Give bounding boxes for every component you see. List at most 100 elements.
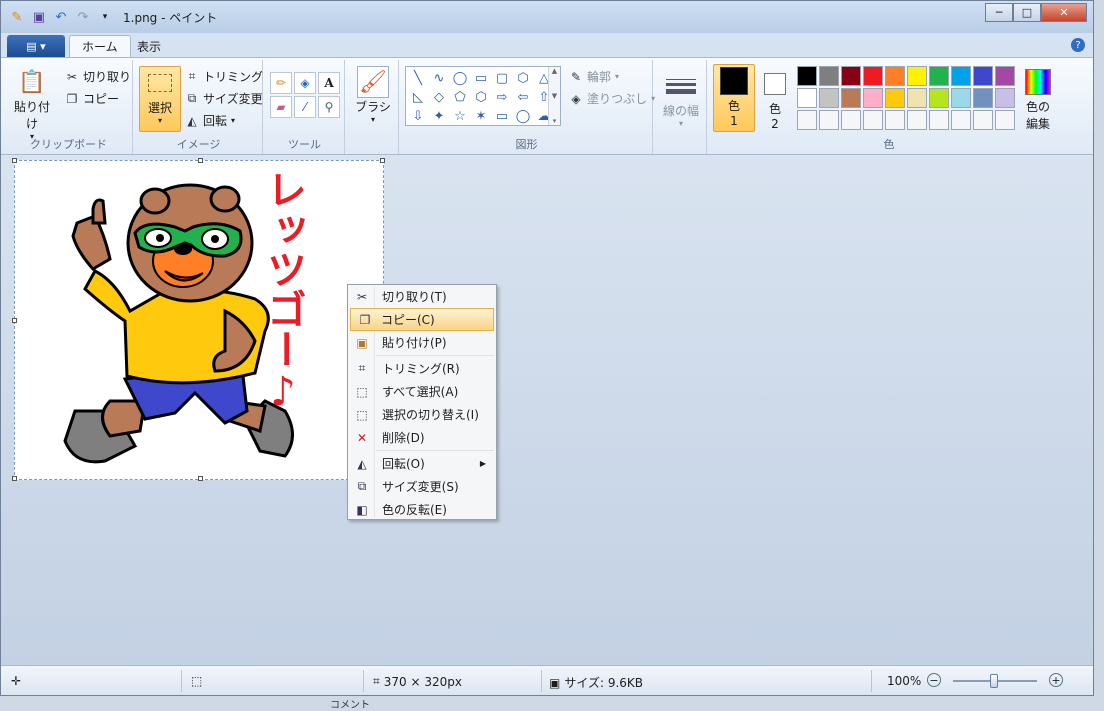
- close-button[interactable]: ✕: [1041, 3, 1087, 22]
- menu-item-rotate[interactable]: ◭ 回転(O) ▶: [348, 452, 496, 475]
- save-icon[interactable]: ▣: [31, 9, 47, 25]
- rotate-button[interactable]: ◭ 回転 ▾: [185, 112, 235, 129]
- color-swatch[interactable]: [973, 66, 993, 86]
- picker-icon[interactable]: ⁄: [294, 96, 316, 118]
- redo-icon[interactable]: ↷: [75, 9, 91, 25]
- shape-icon[interactable]: ⬡: [513, 69, 533, 87]
- fill-icon[interactable]: ◈: [294, 72, 316, 94]
- maximize-button[interactable]: □: [1013, 3, 1041, 22]
- color-swatch[interactable]: [841, 66, 861, 86]
- fill-shape-button[interactable]: ◈ 塗りつぶし ▾: [569, 90, 655, 107]
- color-swatch[interactable]: [907, 110, 927, 130]
- color-swatch[interactable]: [797, 66, 817, 86]
- color-swatch[interactable]: [929, 110, 949, 130]
- shape-icon[interactable]: ▭: [492, 107, 512, 125]
- resize-handle[interactable]: [12, 158, 17, 163]
- color-swatch[interactable]: [797, 88, 817, 108]
- color-swatch[interactable]: [995, 110, 1015, 130]
- shape-icon[interactable]: ⬡: [471, 88, 491, 106]
- menu-item-invert-selection[interactable]: ⬚ 選択の切り替え(I): [348, 403, 496, 426]
- resize-button[interactable]: ⧉ サイズ変更: [185, 90, 263, 107]
- shape-icon[interactable]: ✶: [471, 107, 491, 125]
- select-button[interactable]: 選択 ▾: [139, 66, 181, 132]
- menu-item-invert-color[interactable]: ◧ 色の反転(E): [348, 498, 496, 521]
- shape-icon[interactable]: ▭: [471, 69, 491, 87]
- shape-icon[interactable]: ◺: [408, 88, 428, 106]
- shape-icon[interactable]: ◯: [513, 107, 533, 125]
- shape-icon[interactable]: ▢: [492, 69, 512, 87]
- color-swatch[interactable]: [885, 88, 905, 108]
- color-swatch[interactable]: [973, 110, 993, 130]
- crop-button[interactable]: ⌗ トリミング: [185, 68, 263, 85]
- color-swatch[interactable]: [885, 66, 905, 86]
- text-icon[interactable]: A: [318, 72, 340, 94]
- zoom-in-button[interactable]: +: [1049, 673, 1063, 687]
- shapes-gallery[interactable]: ╲ ∿ ◯ ▭ ▢ ⬡ △ ◺ ◇ ⬠ ⬡ ⇨ ⇦ ⇧ ⇩ ✦ ☆ ✶ ▭ ◯ ☁ ▲ ▼ ▾: [405, 66, 561, 126]
- line-width-button[interactable]: 線の幅 ▾: [659, 70, 703, 128]
- color-swatch[interactable]: [797, 110, 817, 130]
- shape-icon[interactable]: ⬠: [450, 88, 470, 106]
- shape-icon[interactable]: ∿: [429, 69, 449, 87]
- color-swatch[interactable]: [907, 66, 927, 86]
- shape-icon[interactable]: ◯: [450, 69, 470, 87]
- magnifier-icon[interactable]: ⚲: [318, 96, 340, 118]
- color-swatch[interactable]: [907, 88, 927, 108]
- menu-item-crop[interactable]: ⌗ トリミング(R): [348, 357, 496, 380]
- shape-icon[interactable]: ⇦: [513, 88, 533, 106]
- color-swatch[interactable]: [819, 88, 839, 108]
- color-swatch[interactable]: [863, 88, 883, 108]
- menu-item-copy[interactable]: ❐ コピー(C): [350, 308, 494, 331]
- color-swatch[interactable]: [951, 66, 971, 86]
- paint-menu-button[interactable]: ▤ ▾: [7, 35, 65, 57]
- canvas-area[interactable]: レッツゴー♪: [1, 156, 1093, 665]
- pencil-icon[interactable]: ✏: [270, 72, 292, 94]
- tab-view[interactable]: 表示: [125, 35, 173, 57]
- cut-button[interactable]: ✂ 切り取り: [65, 68, 131, 85]
- shape-icon[interactable]: ☆: [450, 107, 470, 125]
- menu-item-delete[interactable]: ✕ 削除(D): [348, 426, 496, 449]
- copy-button[interactable]: ❐ コピー: [65, 90, 119, 107]
- zoom-slider-thumb[interactable]: [990, 674, 998, 688]
- undo-icon[interactable]: ↶: [53, 9, 69, 25]
- color-swatch[interactable]: [885, 110, 905, 130]
- resize-handle[interactable]: [12, 318, 17, 323]
- color-swatch[interactable]: [951, 88, 971, 108]
- color-swatch[interactable]: [929, 88, 949, 108]
- menu-item-paste[interactable]: ▣ 貼り付け(P): [348, 331, 496, 354]
- outline-button[interactable]: ✎ 輪郭 ▾: [569, 68, 619, 85]
- resize-handle[interactable]: [198, 476, 203, 481]
- minimize-button[interactable]: ─: [985, 3, 1013, 22]
- drawing-canvas[interactable]: レッツゴー♪: [12, 158, 385, 481]
- paste-button[interactable]: 📋 貼り付け ▾: [9, 66, 55, 142]
- color-swatch[interactable]: [863, 66, 883, 86]
- color-swatch[interactable]: [819, 66, 839, 86]
- help-icon[interactable]: ?: [1071, 38, 1085, 52]
- resize-handle[interactable]: [12, 476, 17, 481]
- edit-colors-button[interactable]: 色の 編集: [1019, 66, 1057, 132]
- color-swatch[interactable]: [951, 110, 971, 130]
- tab-home[interactable]: ホーム: [69, 35, 131, 57]
- color-swatch[interactable]: [995, 88, 1015, 108]
- color-swatch[interactable]: [995, 66, 1015, 86]
- shape-icon[interactable]: ⇩: [408, 107, 428, 125]
- color1-button[interactable]: 色 1: [713, 64, 755, 132]
- eraser-icon[interactable]: ▰: [270, 96, 292, 118]
- color-swatch[interactable]: [929, 66, 949, 86]
- dropdown-icon[interactable]: ▾: [97, 9, 113, 25]
- resize-handle[interactable]: [380, 158, 385, 163]
- shape-icon[interactable]: ⇨: [492, 88, 512, 106]
- shape-icon[interactable]: ╲: [408, 69, 428, 87]
- color-swatch[interactable]: [973, 88, 993, 108]
- shape-icon[interactable]: ◇: [429, 88, 449, 106]
- shape-icon[interactable]: ✦: [429, 107, 449, 125]
- color-swatch[interactable]: [841, 110, 861, 130]
- color2-button[interactable]: 色 2: [759, 68, 791, 131]
- paint-icon[interactable]: ✎: [9, 9, 25, 25]
- menu-item-select-all[interactable]: ⬚ すべて選択(A): [348, 380, 496, 403]
- zoom-out-button[interactable]: −: [927, 673, 941, 687]
- menu-item-cut[interactable]: ✂ 切り取り(T): [348, 285, 496, 308]
- brush-button[interactable]: 🖌 ブラシ ▾: [353, 66, 393, 124]
- shapes-scrollbar[interactable]: ▲ ▼ ▾: [548, 67, 560, 125]
- menu-item-resize[interactable]: ⧉ サイズ変更(S): [348, 475, 496, 498]
- resize-handle[interactable]: [198, 158, 203, 163]
